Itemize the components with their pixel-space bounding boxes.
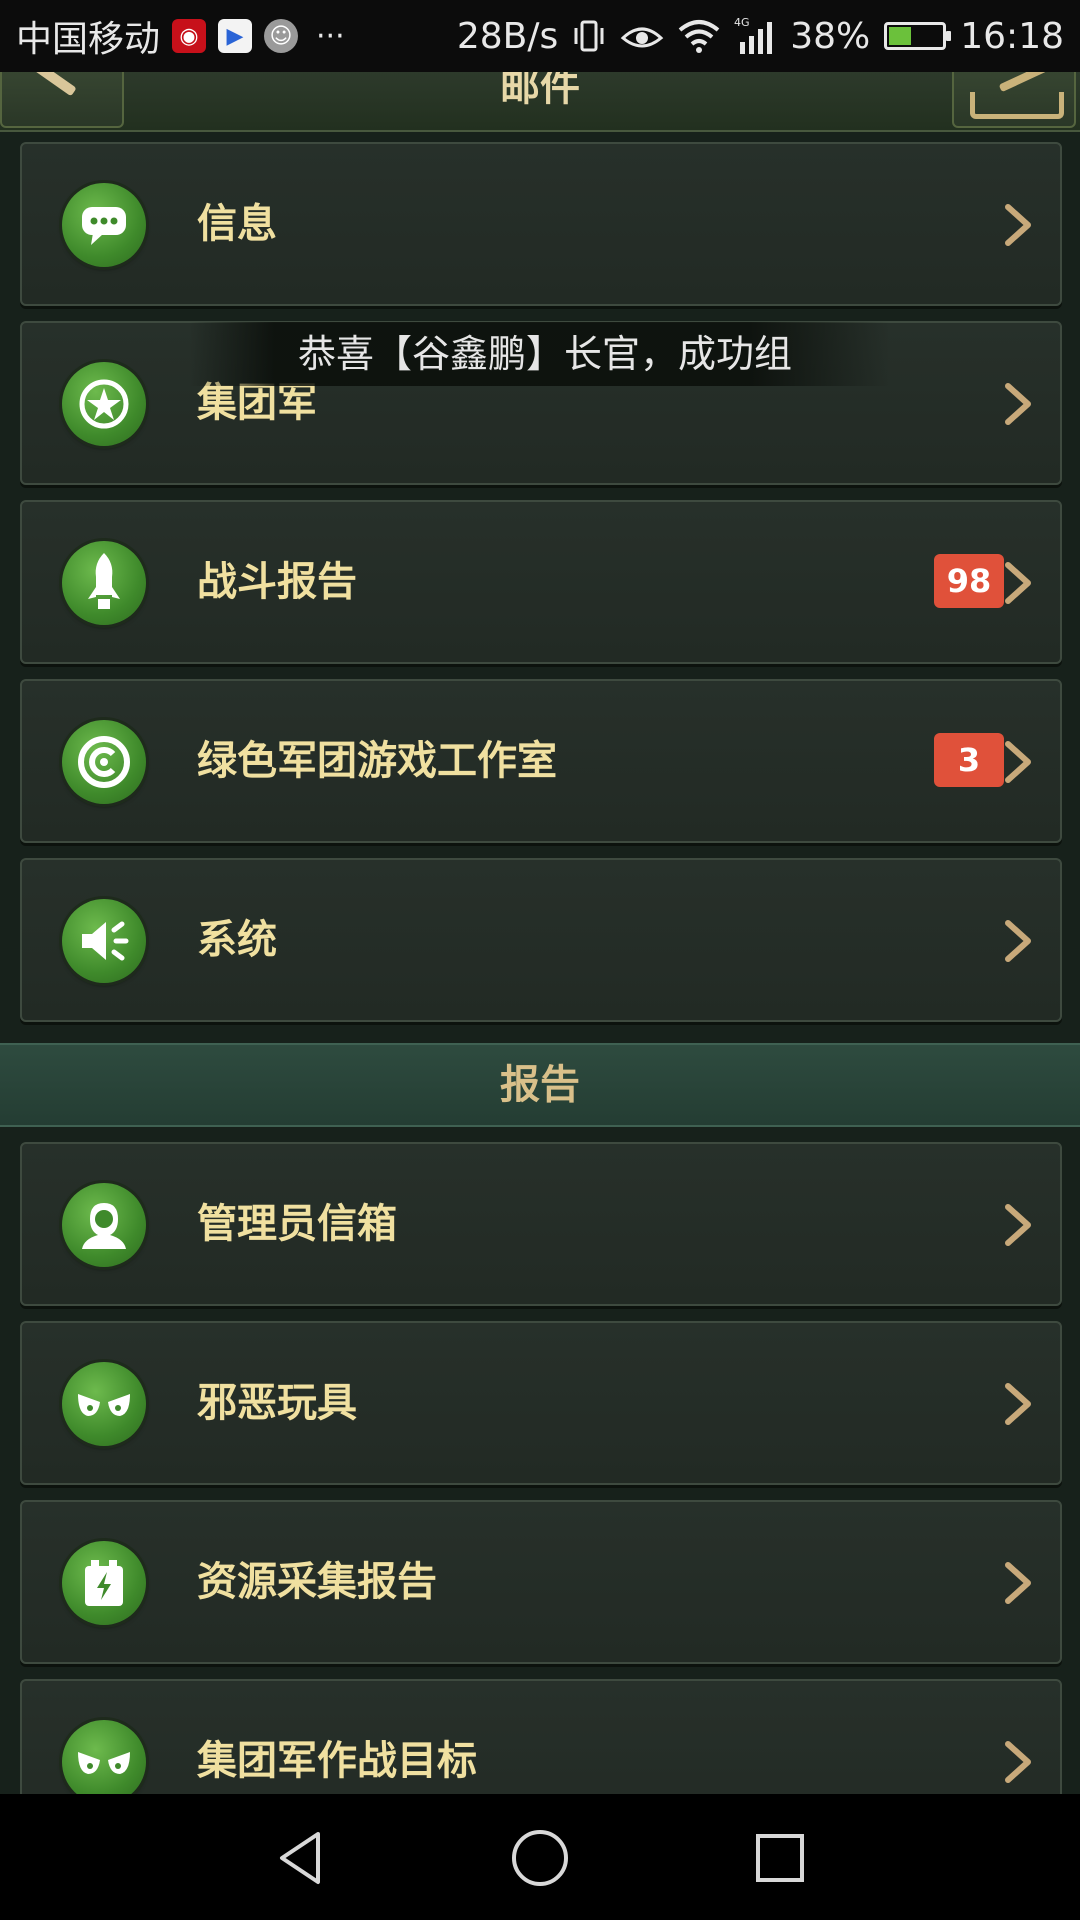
chevron-right-icon: [1005, 1741, 1031, 1783]
evil-eyes-icon: [62, 1362, 146, 1446]
carrier-name: 中国移动: [16, 19, 161, 60]
list-item-label: 邪恶玩具: [197, 1380, 357, 1426]
broadcast-toast: 恭喜【谷鑫鹏】长官，成功组: [190, 322, 890, 386]
unread-badge: 3: [934, 733, 1004, 787]
list-item-system[interactable]: 系统: [20, 858, 1062, 1022]
compose-icon: [970, 92, 1064, 119]
chat-bubble-icon: [62, 183, 146, 267]
chevron-right-icon: [1005, 1562, 1031, 1604]
vibrate-icon: [572, 18, 606, 54]
battery-level: [889, 27, 911, 45]
signal-icon: 4G: [734, 16, 776, 56]
system-nav-bar: [0, 1794, 1080, 1920]
battery-icon: [62, 1541, 146, 1625]
network-speed: 28B/s: [456, 15, 559, 57]
list-item-label: 系统: [197, 917, 277, 963]
chevron-right-icon: [1005, 204, 1031, 246]
missile-icon: [62, 541, 146, 625]
unread-badge: 98: [934, 554, 1004, 608]
chevron-right-icon: [1005, 1204, 1031, 1246]
list-item-label: 战斗报告: [197, 559, 357, 605]
copyright-icon: [62, 720, 146, 804]
list-item-resource-report[interactable]: 资源采集报告: [20, 1500, 1062, 1664]
wifi-icon: [678, 18, 720, 54]
video-app-icon: ▶: [218, 19, 253, 53]
chevron-right-icon: [1005, 741, 1031, 783]
chevron-right-icon: [1005, 1383, 1031, 1425]
more-notifications-icon: ···: [316, 18, 345, 54]
compose-button[interactable]: [952, 72, 1076, 128]
status-bar: 中国移动 ◉ ▶ ☺ ··· 28B/s 4G 38% 16:18: [0, 0, 1080, 72]
chevron-right-icon: [1005, 562, 1031, 604]
network-type: 4G: [734, 16, 750, 29]
recents-nav-icon[interactable]: [750, 1828, 810, 1888]
list-item-label: 绿色军团游戏工作室: [197, 738, 557, 784]
clock: 16:18: [960, 15, 1064, 57]
netease-music-icon: ◉: [172, 19, 207, 53]
page-title: 邮件: [500, 72, 580, 110]
evil-eyes-icon: [62, 1720, 146, 1804]
back-nav-icon[interactable]: [270, 1828, 330, 1888]
speaker-icon: [62, 899, 146, 983]
list-item-label: 管理员信箱: [197, 1201, 397, 1247]
eye-comfort-icon: [620, 18, 664, 54]
list-item-evil-toys[interactable]: 邪恶玩具: [20, 1321, 1062, 1485]
star-icon: [62, 362, 146, 446]
battery-percent: 38%: [790, 15, 871, 57]
avatar-icon: ☺: [264, 19, 299, 53]
list-item-studio[interactable]: 绿色军团游戏工作室 3: [20, 679, 1062, 843]
list-item-battle-report[interactable]: 战斗报告 98: [20, 500, 1062, 664]
section-header-reports: 报告: [0, 1043, 1080, 1127]
list-item-label: 信息: [197, 201, 277, 247]
battery-icon: [884, 22, 952, 50]
list-item-info[interactable]: 信息: [20, 142, 1062, 306]
header-bar: 邮件: [0, 72, 1080, 132]
home-nav-icon[interactable]: [510, 1828, 570, 1888]
list-item-admin-mailbox[interactable]: 管理员信箱: [20, 1142, 1062, 1306]
chevron-right-icon: [1005, 383, 1031, 425]
person-icon: [62, 1183, 146, 1267]
chevron-right-icon: [1005, 920, 1031, 962]
list-item-label: 资源采集报告: [197, 1559, 437, 1605]
